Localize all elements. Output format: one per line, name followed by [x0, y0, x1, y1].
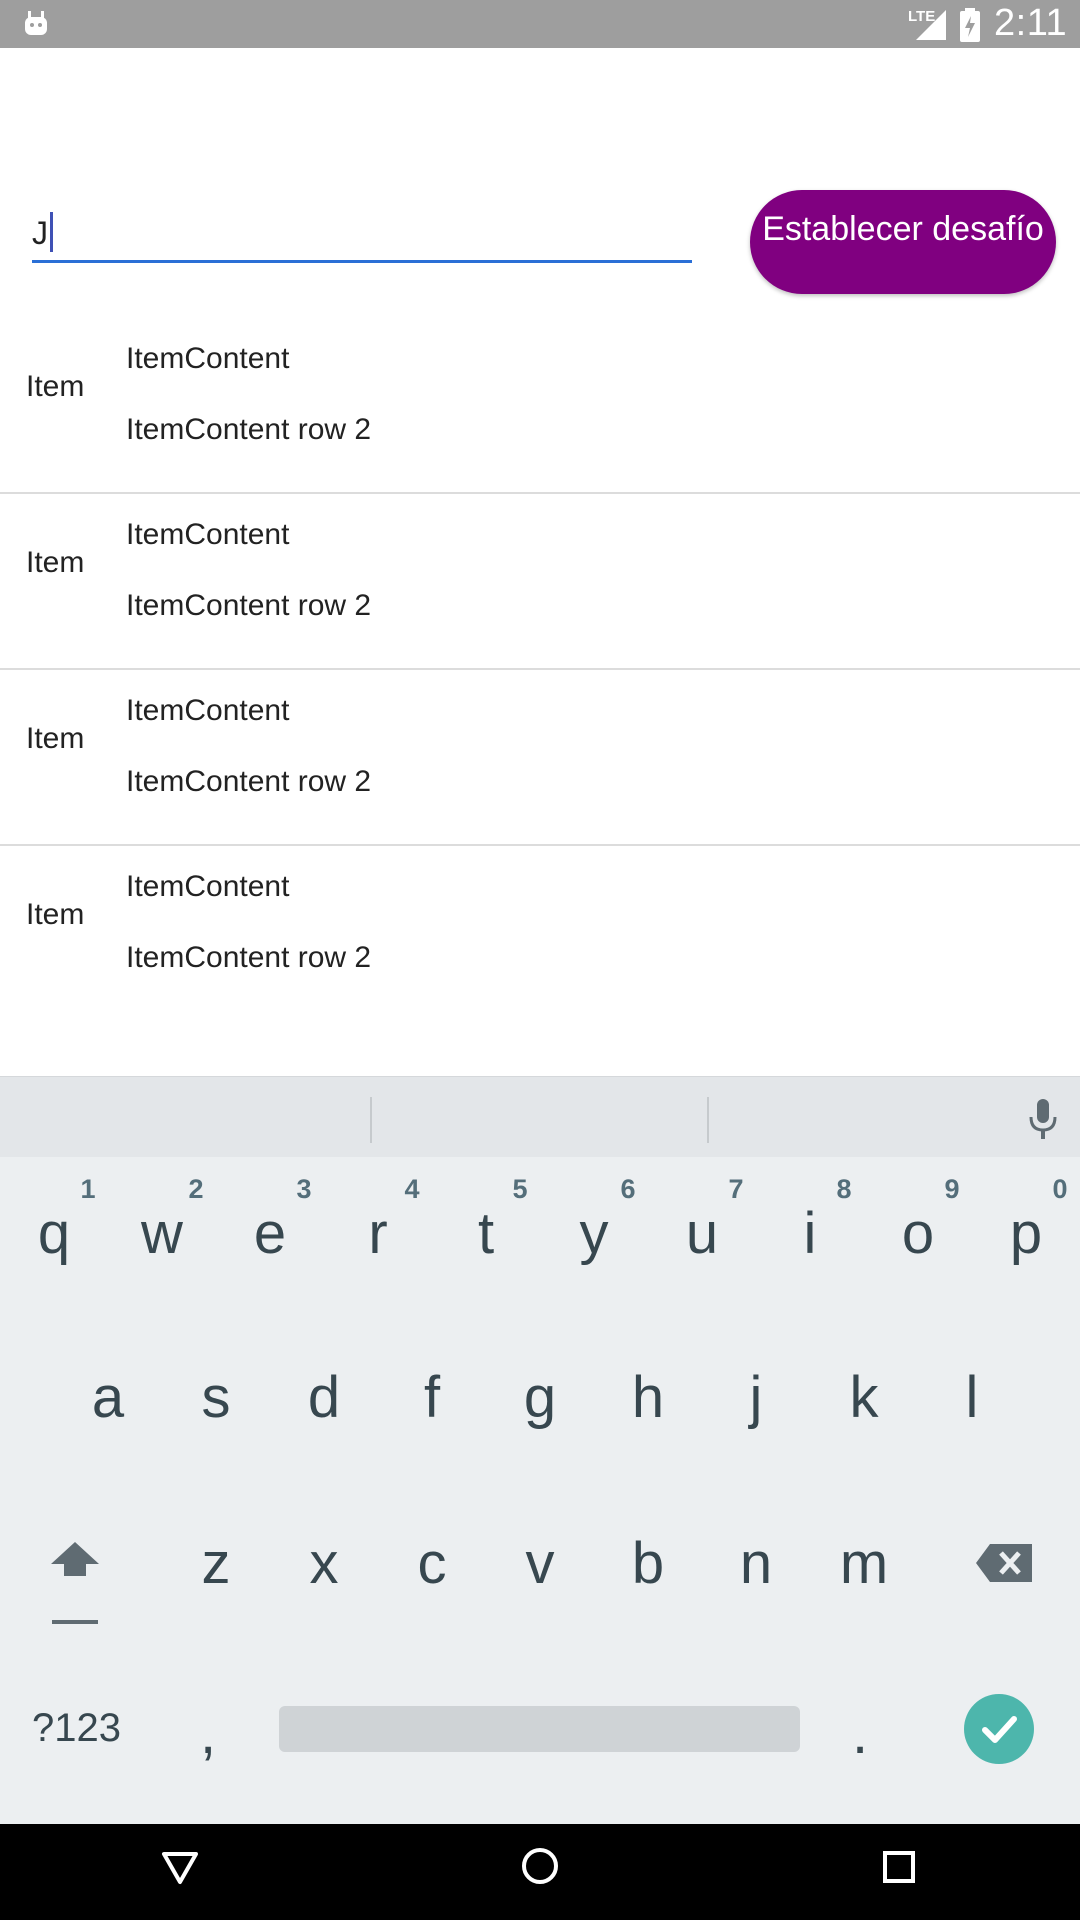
item-label: Item: [26, 370, 85, 403]
key-m[interactable]: m: [814, 1530, 914, 1597]
key-o[interactable]: o: [868, 1200, 968, 1267]
key-f[interactable]: f: [382, 1364, 482, 1431]
suggestion-divider: [707, 1097, 709, 1143]
key-hint-1: 1: [80, 1174, 96, 1204]
suggestion-divider: [370, 1097, 372, 1143]
key-h[interactable]: h: [598, 1364, 698, 1431]
item-content-row-2: ItemContent row 2: [126, 765, 372, 798]
key-b[interactable]: b: [598, 1530, 698, 1597]
item-label: Item: [26, 722, 85, 755]
key-y[interactable]: y: [544, 1200, 644, 1267]
item-list: Item ItemContent ItemContent row 2 Item …: [0, 318, 1080, 1020]
key-t[interactable]: t: [436, 1200, 536, 1267]
key-hint-7: 7: [728, 1174, 744, 1204]
key-u[interactable]: u: [652, 1200, 752, 1267]
key-r[interactable]: r: [328, 1200, 428, 1267]
item-content: ItemContent: [126, 342, 290, 375]
key-s[interactable]: s: [166, 1364, 266, 1431]
input-value-wrap: J: [32, 212, 53, 252]
text-input[interactable]: J: [32, 200, 692, 263]
key-v[interactable]: v: [490, 1530, 590, 1597]
battery-charging-icon: [960, 8, 980, 42]
home-icon[interactable]: [520, 1846, 560, 1886]
key-j[interactable]: j: [706, 1364, 806, 1431]
key-n[interactable]: n: [706, 1530, 806, 1597]
suggestion-strip: [0, 1076, 1080, 1157]
key-c[interactable]: c: [382, 1530, 482, 1597]
microphone-icon[interactable]: [1026, 1097, 1060, 1141]
key-i[interactable]: i: [760, 1200, 860, 1267]
check-icon: [982, 1716, 1017, 1743]
key-hint-6: 6: [620, 1174, 636, 1204]
list-item[interactable]: Item ItemContent ItemContent row 2: [0, 846, 1080, 1020]
item-content: ItemContent: [126, 518, 290, 551]
key-hint-8: 8: [836, 1174, 852, 1204]
shift-icon[interactable]: [46, 1536, 104, 1626]
comma-key[interactable]: ,: [200, 1700, 216, 1767]
key-hint-5: 5: [512, 1174, 528, 1204]
space-bar[interactable]: [279, 1706, 800, 1752]
key-l[interactable]: l: [922, 1364, 1022, 1431]
key-hint-2: 2: [188, 1174, 204, 1204]
status-bar: LTE 2:11: [0, 0, 1080, 48]
backspace-icon[interactable]: [976, 1544, 1032, 1582]
input-value: J: [32, 215, 48, 251]
back-icon[interactable]: [160, 1848, 200, 1888]
key-x[interactable]: x: [274, 1530, 374, 1597]
list-item[interactable]: Item ItemContent ItemContent row 2: [0, 670, 1080, 846]
key-a[interactable]: a: [58, 1364, 158, 1431]
key-d[interactable]: d: [274, 1364, 374, 1431]
item-content-row-2: ItemContent row 2: [126, 589, 372, 622]
item-content: ItemContent: [126, 870, 290, 903]
clock: 2:11: [994, 2, 1068, 44]
key-k[interactable]: k: [814, 1364, 914, 1431]
lte-signal-icon: [916, 10, 946, 40]
key-z[interactable]: z: [166, 1530, 266, 1597]
item-content: ItemContent: [126, 694, 290, 727]
symbols-key[interactable]: ?123: [32, 1706, 121, 1751]
item-label: Item: [26, 898, 85, 931]
item-content-row-2: ItemContent row 2: [126, 413, 372, 446]
key-q[interactable]: q: [4, 1200, 104, 1267]
list-item[interactable]: Item ItemContent ItemContent row 2: [0, 318, 1080, 494]
item-label: Item: [26, 546, 85, 579]
recents-icon[interactable]: [882, 1850, 916, 1884]
key-hint-0: 0: [1052, 1174, 1068, 1204]
key-hint-4: 4: [404, 1174, 420, 1204]
key-hint-9: 9: [944, 1174, 960, 1204]
text-caret: [50, 212, 53, 252]
key-g[interactable]: g: [490, 1364, 590, 1431]
item-content-row-2: ItemContent row 2: [126, 941, 372, 974]
enter-key[interactable]: [964, 1694, 1034, 1764]
android-debug-icon: [25, 11, 47, 35]
key-p[interactable]: p: [976, 1200, 1076, 1267]
key-hint-3: 3: [296, 1174, 312, 1204]
set-challenge-button[interactable]: Establecer desafío: [750, 190, 1056, 294]
period-key[interactable]: .: [852, 1700, 868, 1767]
key-e[interactable]: e: [220, 1200, 320, 1267]
list-item[interactable]: Item ItemContent ItemContent row 2: [0, 494, 1080, 670]
key-w[interactable]: w: [112, 1200, 212, 1267]
navigation-bar: [0, 1824, 1080, 1920]
